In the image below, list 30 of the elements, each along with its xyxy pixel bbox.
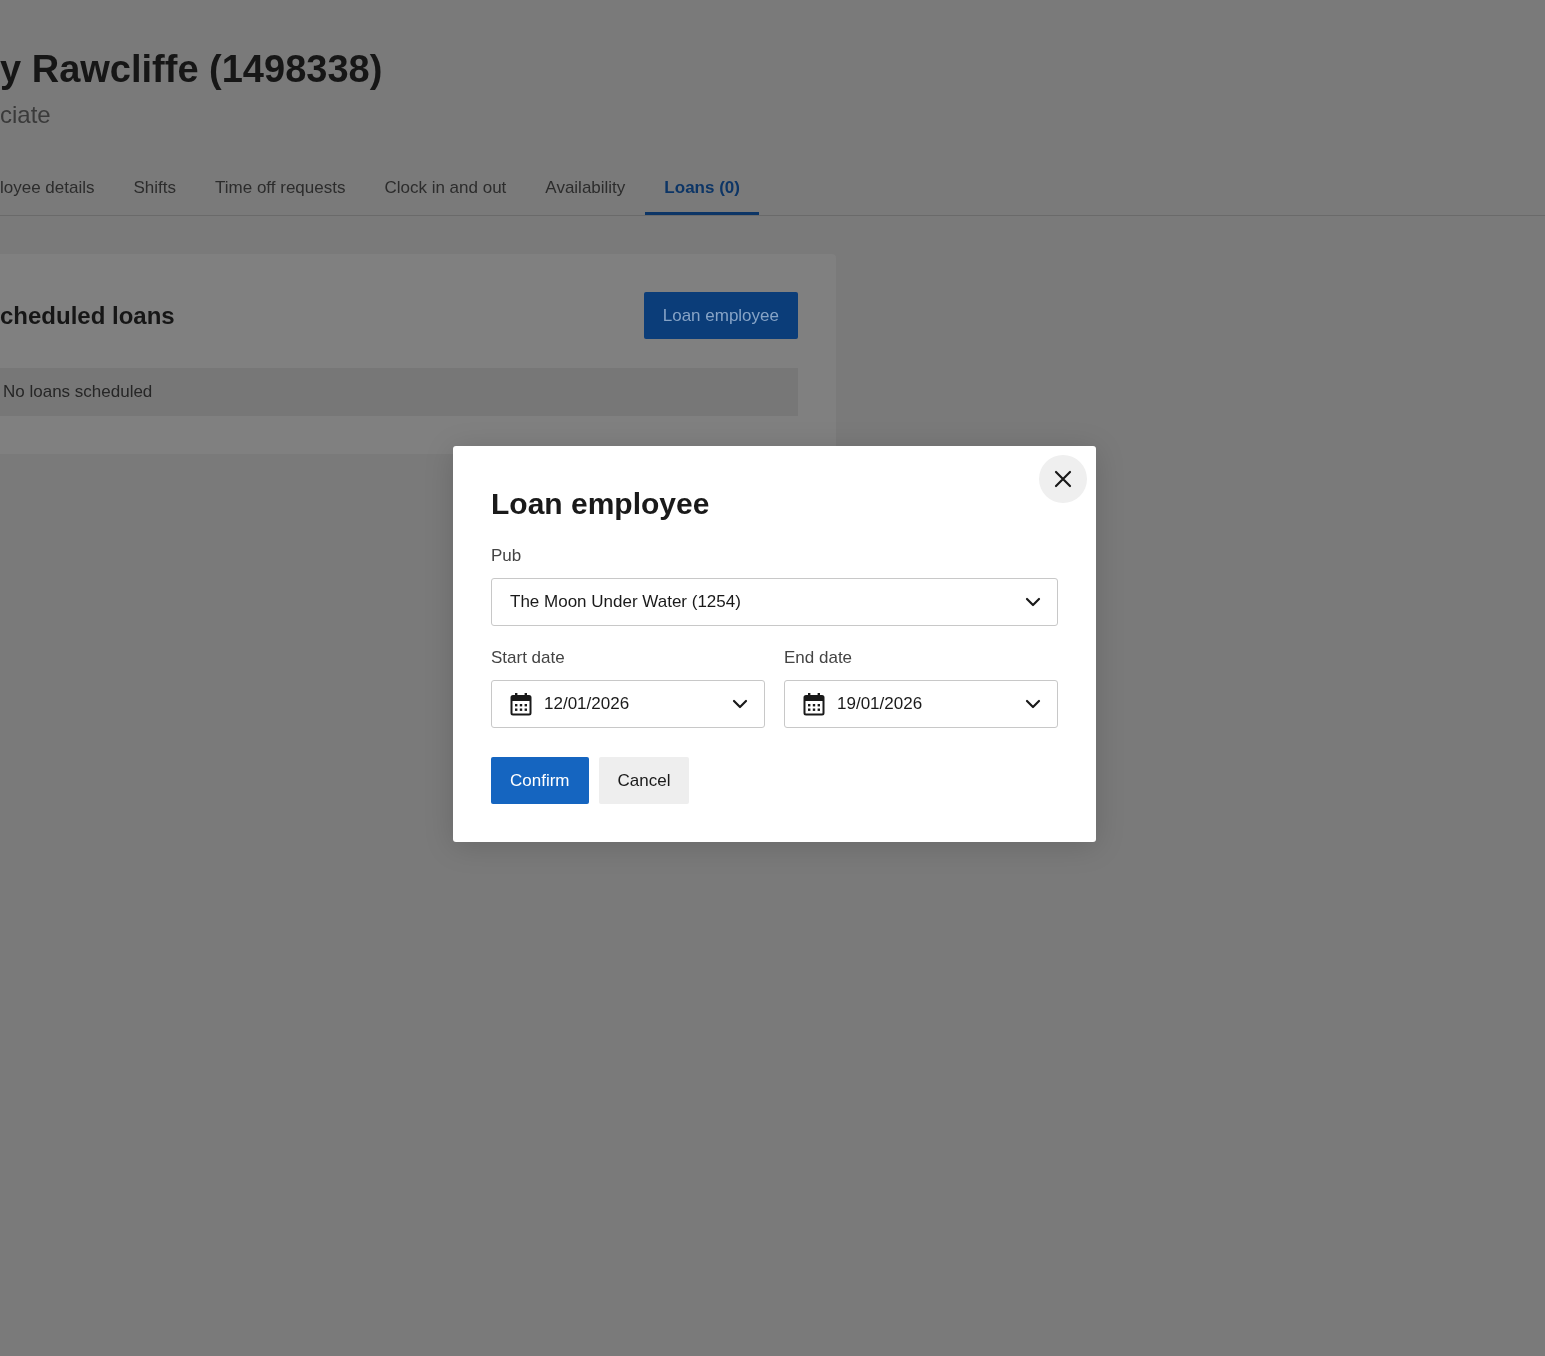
field-value: The Moon Under Water (1254) — [510, 592, 742, 612]
date-picker[interactable]: 12/01/2026 — [491, 680, 765, 728]
tab[interactable]: Availability — [525, 178, 645, 215]
chevron-down-icon — [1025, 597, 1041, 607]
chevron-down-icon — [732, 699, 748, 709]
calendar-icon — [510, 692, 532, 716]
pub-select[interactable]: The Moon Under Water (1254) — [491, 578, 1058, 626]
tab[interactable]: Loans (0) — [644, 178, 760, 215]
close-button[interactable] — [1039, 455, 1087, 503]
date-picker[interactable]: 19/01/2026 — [784, 680, 1058, 728]
field-value: 12/01/2026 — [544, 694, 631, 714]
field-label: Start date — [491, 648, 566, 668]
loan-employee-button[interactable]: Loan employee — [643, 292, 798, 339]
dialog-title: Loan employee — [491, 486, 711, 522]
calendar-icon — [803, 692, 825, 716]
close-icon — [1054, 470, 1072, 488]
field-label: Pub — [491, 546, 523, 566]
chevron-down-icon — [1025, 699, 1041, 709]
tab[interactable]: Time off requests — [195, 178, 365, 215]
field-value: 19/01/2026 — [837, 694, 924, 714]
tab[interactable]: loyee details — [0, 178, 114, 215]
employee-name: y Rawcliffe (1498338) — [0, 47, 384, 92]
empty-message: No loans scheduled — [0, 368, 798, 416]
confirm-button[interactable]: Confirm — [491, 757, 589, 804]
card-heading: cheduled loans — [0, 301, 175, 330]
tab[interactable]: Shifts — [114, 178, 196, 215]
field-label: End date — [784, 648, 854, 668]
tab[interactable]: Clock in and out — [364, 178, 526, 215]
cancel-button[interactable]: Cancel — [598, 757, 690, 804]
employee-role: ciate — [0, 100, 52, 130]
